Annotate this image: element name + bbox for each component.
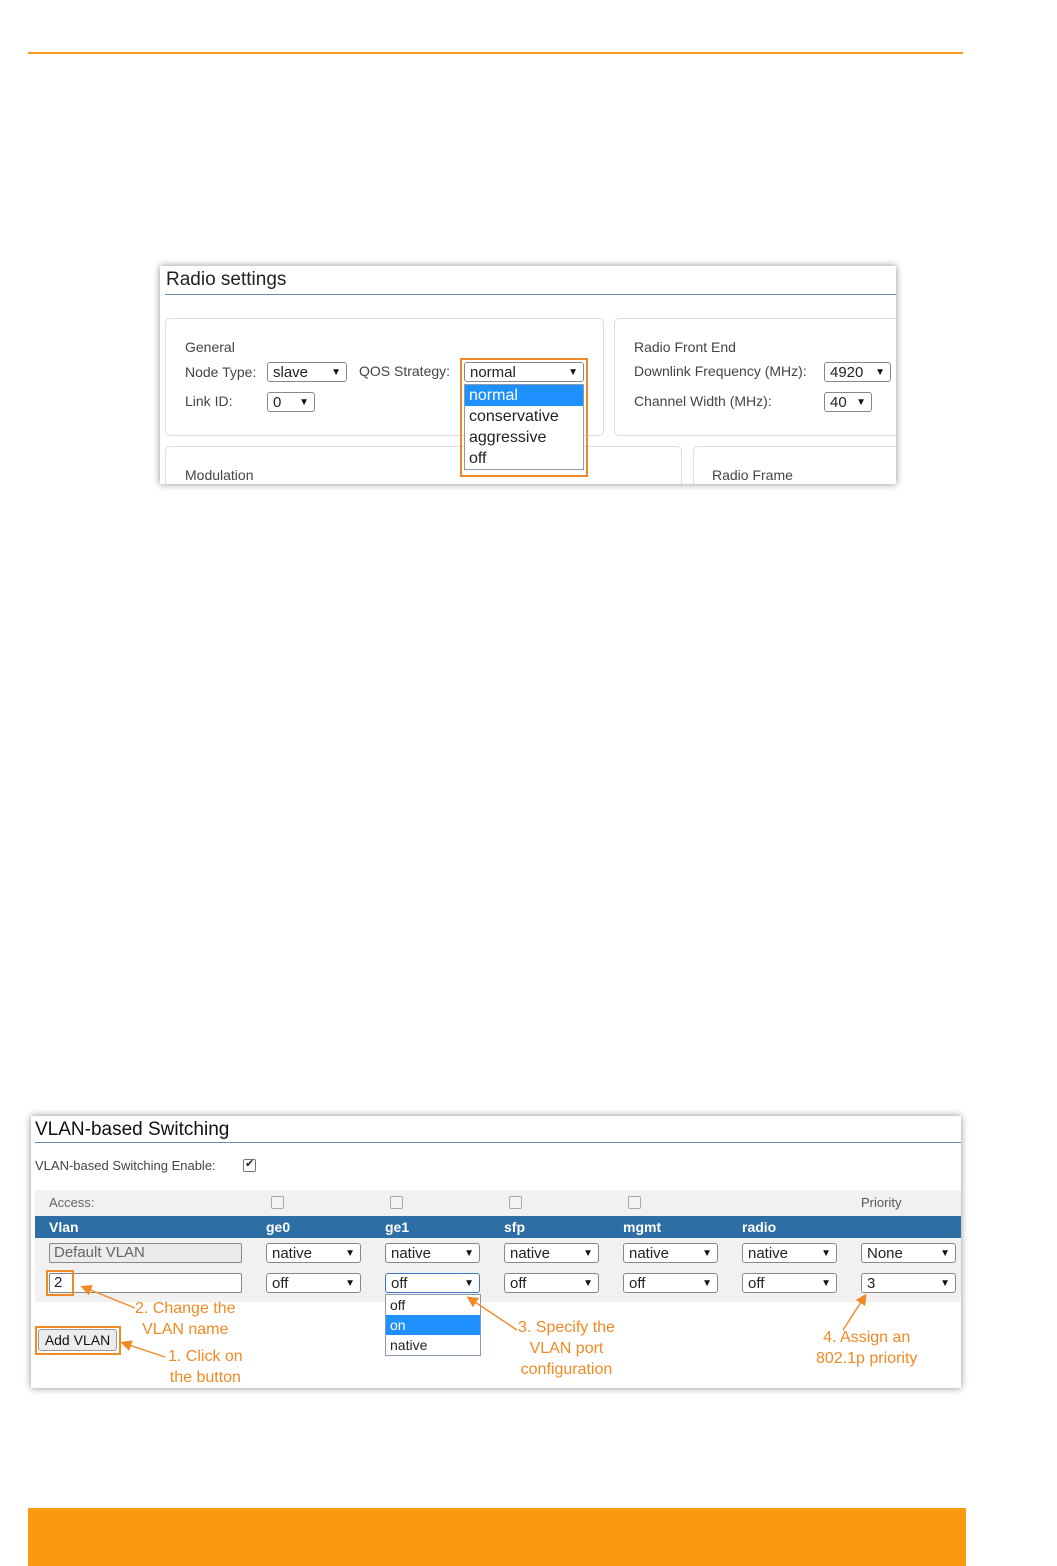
downlink-frequency-select[interactable]: 4920 ▼	[824, 362, 891, 382]
chevron-down-icon: ▼	[331, 367, 341, 378]
annotation-arrows	[80, 1284, 867, 1358]
modulation-heading: Modulation	[185, 467, 254, 483]
vlan-switching-screenshot: VLAN-based Switching VLAN-based Switchin…	[31, 1116, 961, 1388]
node-type-select[interactable]: slave ▼	[267, 362, 347, 382]
channel-width-value: 40	[830, 394, 847, 411]
link-id-select[interactable]: 0 ▼	[267, 392, 315, 412]
footer-bar	[28, 1508, 966, 1566]
radio-front-end-heading: Radio Front End	[634, 339, 736, 355]
node-type-label: Node Type:	[185, 364, 257, 380]
link-id-label: Link ID:	[185, 393, 233, 409]
arrow-step3	[466, 1296, 518, 1331]
link-id-value: 0	[273, 394, 282, 411]
chevron-down-icon: ▼	[856, 397, 866, 408]
downlink-frequency-value: 4920	[830, 364, 864, 381]
title-underline	[165, 294, 896, 295]
radio-frame-heading: Radio Frame	[712, 467, 793, 483]
channel-width-select[interactable]: 40 ▼	[824, 392, 872, 412]
arrow-step2	[80, 1284, 136, 1309]
arrow-step1	[120, 1340, 166, 1358]
general-heading: General	[185, 339, 235, 355]
chevron-down-icon: ▼	[299, 397, 309, 408]
node-type-value: slave	[273, 364, 309, 381]
channel-width-label: Channel Width (MHz):	[634, 393, 772, 409]
arrow-step4	[842, 1293, 867, 1331]
radio-settings-title: Radio settings	[166, 269, 287, 290]
downlink-frequency-label: Downlink Frequency (MHz):	[634, 363, 807, 379]
top-divider-line	[28, 52, 963, 54]
qos-strategy-label: QOS Strategy:	[359, 363, 451, 379]
qos-highlight-box	[460, 358, 588, 477]
chevron-down-icon: ▼	[875, 367, 885, 378]
radio-settings-screenshot: Radio settings General Node Type: slave …	[160, 266, 896, 484]
